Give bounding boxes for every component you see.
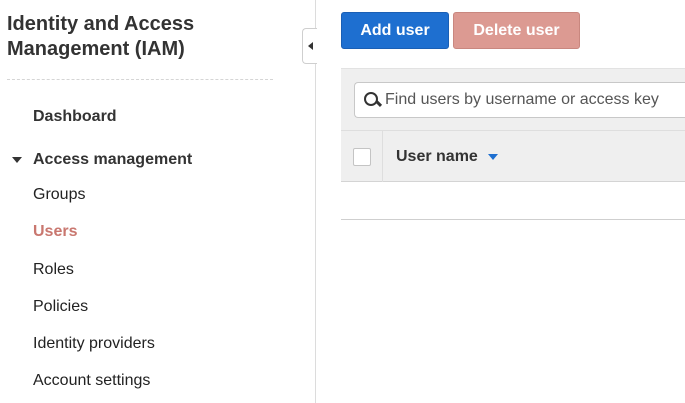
sidebar-divider: [7, 79, 273, 80]
sidebar-item-policies[interactable]: Policies: [33, 298, 88, 316]
select-all-checkbox[interactable]: [352, 147, 371, 166]
caret-down-icon: [12, 157, 22, 163]
sidebar: Identity and Access Management (IAM) Das…: [0, 0, 316, 403]
caret-left-icon: [307, 42, 313, 50]
sidebar-item-roles[interactable]: Roles: [33, 261, 74, 279]
search-box[interactable]: [354, 82, 685, 118]
add-user-button[interactable]: Add user: [341, 12, 449, 49]
column-header-user-name[interactable]: User name: [396, 148, 498, 166]
search-input[interactable]: [385, 91, 685, 109]
column-header-label: User name: [396, 148, 478, 165]
select-all-cell: [341, 131, 383, 182]
sidebar-item-dashboard[interactable]: Dashboard: [33, 108, 117, 126]
sidebar-section-access-management[interactable]: Access management: [12, 151, 192, 169]
search-icon: [363, 91, 381, 109]
sidebar-item-users[interactable]: Users: [33, 223, 77, 241]
sort-desc-icon: [487, 154, 498, 160]
sidebar-item-groups[interactable]: Groups: [33, 186, 85, 204]
delete-user-button[interactable]: Delete user: [453, 12, 580, 49]
table-bottom-divider: [341, 219, 685, 220]
sidebar-title: Identity and Access Management (IAM): [7, 13, 195, 60]
sidebar-item-identity-providers[interactable]: Identity providers: [33, 335, 155, 353]
sidebar-section-label: Access management: [33, 151, 193, 168]
sidebar-collapse-button[interactable]: [302, 28, 317, 64]
users-table-panel: User name: [341, 68, 685, 182]
sidebar-item-account-settings[interactable]: Account settings: [33, 372, 150, 390]
table-header: User name: [341, 130, 685, 182]
